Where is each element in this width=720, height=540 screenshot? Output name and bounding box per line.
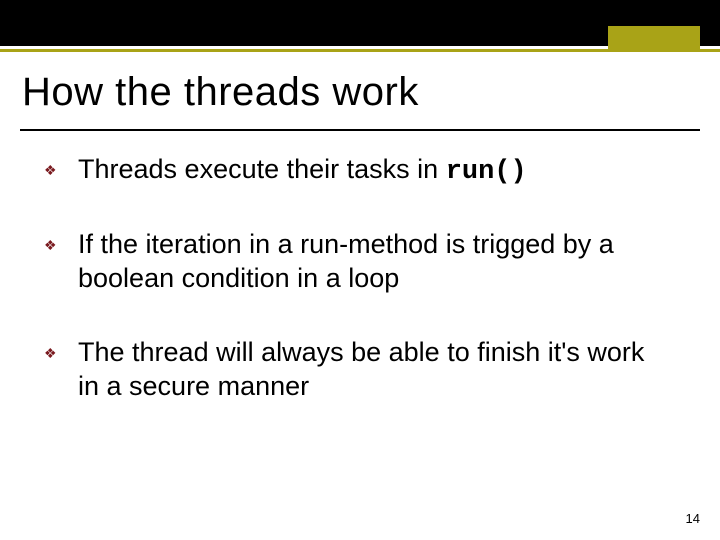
list-item: ❖ Threads execute their tasks in run() [44,153,670,190]
list-item: ❖ The thread will always be able to fini… [44,336,670,407]
title-wrap: How the threads work [0,52,720,123]
bullet-text: The thread will always be able to finish… [78,336,670,407]
header-band [0,0,720,46]
bullet-text: Threads execute their tasks in run() [78,153,670,190]
page-number: 14 [686,511,700,526]
bullet-text: If the iteration in a run-method is trig… [78,228,670,299]
bullet-text-before: If the iteration in a run-method is trig… [78,229,614,293]
bullet-icon: ❖ [44,346,60,360]
list-item: ❖ If the iteration in a run-method is tr… [44,228,670,299]
bullet-list: ❖ Threads execute their tasks in run() ❖… [0,131,720,407]
slide-title: How the threads work [22,70,698,115]
bullet-icon: ❖ [44,163,60,177]
bullet-text-before: Threads execute their tasks in [78,154,446,184]
bullet-icon: ❖ [44,238,60,252]
bullet-text-before: The thread will always be able to finish… [78,337,644,401]
bullet-code: run() [446,157,527,187]
accent-block [608,26,700,52]
